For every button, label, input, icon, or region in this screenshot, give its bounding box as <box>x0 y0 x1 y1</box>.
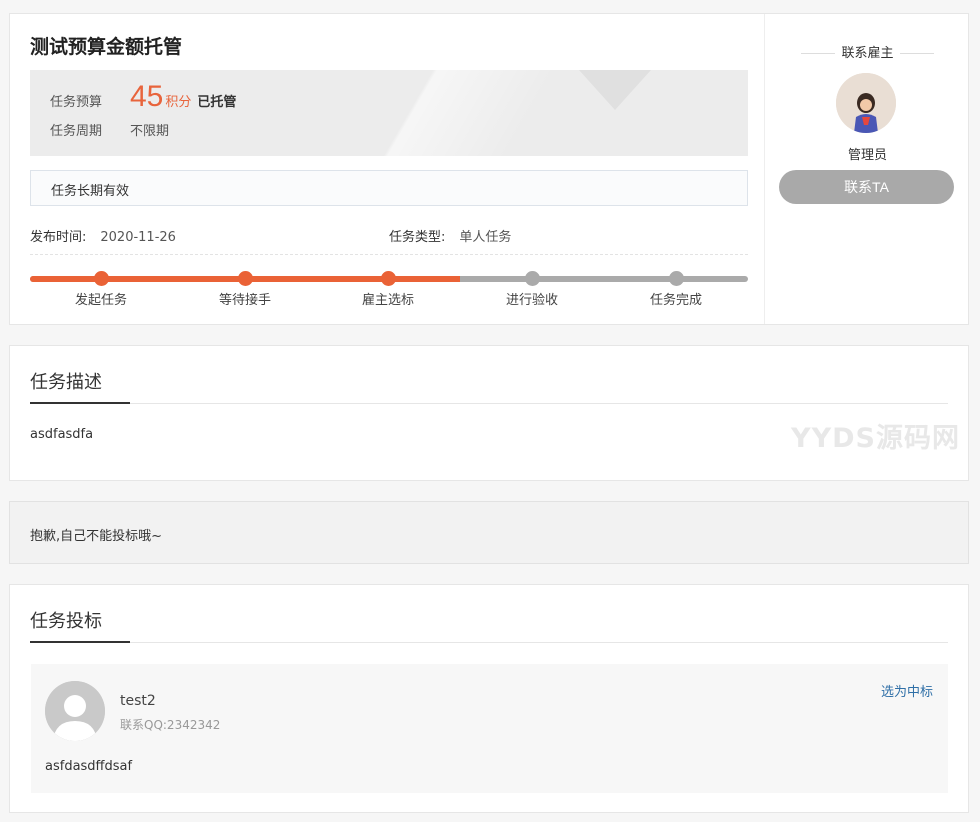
description-text: asdfasdfa <box>30 427 94 442</box>
default-user-icon <box>45 681 105 741</box>
bid-content: asfdasdffdsaf <box>45 759 133 774</box>
type-label: 任务类型: <box>389 230 446 245</box>
bids-title: 任务投标 <box>30 611 102 632</box>
bidder-avatar[interactable] <box>45 681 105 741</box>
progress-step-label: 等待接手 <box>218 293 271 308</box>
description-title: 任务描述 <box>30 372 102 393</box>
progress-step-dot <box>380 271 396 286</box>
progress-step-label: 进行验收 <box>505 293 558 308</box>
budget-status: 已托管 <box>197 95 237 110</box>
publish-time: 发布时间: 2020-11-26 <box>30 226 176 245</box>
bid-notice: 抱歉,自己不能投标哦~ <box>9 501 969 564</box>
bidder-qq: 联系QQ:2342342 <box>120 718 221 732</box>
employer-section-title: 联系雇主 <box>765 42 970 61</box>
period-row: 任务周期 不限期 <box>50 120 169 139</box>
task-title: 测试预算金额托管 <box>30 36 183 58</box>
period-value: 不限期 <box>130 124 170 139</box>
decorative-triangle <box>570 70 660 110</box>
section-underline <box>30 402 130 404</box>
section-divider <box>30 642 948 643</box>
period-label: 任务周期 <box>50 124 103 139</box>
type-value: 单人任务 <box>459 230 512 245</box>
employer-title-text: 联系雇主 <box>841 46 894 61</box>
progress-step-dot <box>237 271 253 286</box>
progress-step-dot <box>524 271 540 286</box>
admin-name: 管理员 <box>847 148 887 163</box>
bidder-username[interactable]: test2 <box>120 693 156 709</box>
notice-text: 抱歉,自己不能投标哦~ <box>30 529 163 544</box>
publish-value: 2020-11-26 <box>100 230 176 245</box>
progress-step-label: 雇主选标 <box>361 293 414 308</box>
validity-note: 任务长期有效 <box>30 170 748 206</box>
progress-step-label: 任务完成 <box>649 293 702 308</box>
watermark: YYDS源码网 <box>791 423 960 454</box>
budget-unit: 积分 <box>165 95 192 110</box>
section-underline <box>30 641 130 643</box>
decorative-stripe <box>290 70 590 156</box>
publish-label: 发布时间: <box>30 230 87 245</box>
task-bids-card: 任务投标 test2 联系QQ:2342342 选为中标 asfdasdffds… <box>9 584 969 813</box>
employer-panel: 联系雇主 管理员 联系TA <box>764 14 969 324</box>
budget-row: 任务预算 45 积分 已托管 <box>50 80 236 114</box>
progress-step-dot <box>668 271 684 286</box>
task-type: 任务类型: 单人任务 <box>389 226 511 245</box>
user-avatar-icon <box>836 73 896 133</box>
divider <box>30 254 748 255</box>
title-rule-left <box>801 53 836 54</box>
task-description-card: 任务描述 asdfasdfa YYDS源码网 <box>9 345 969 481</box>
contact-button[interactable]: 联系TA <box>779 170 954 204</box>
task-summary-card: 测试预算金额托管 任务预算 45 积分 已托管 任务周期 不限期 任务长期有效 … <box>9 13 969 325</box>
title-rule-right <box>899 53 934 54</box>
progress-step-label: 发起任务 <box>74 293 127 308</box>
budget-panel: 任务预算 45 积分 已托管 任务周期 不限期 <box>30 70 748 156</box>
admin-avatar[interactable] <box>836 73 896 133</box>
progress-step-dot <box>93 271 109 286</box>
bid-item: test2 联系QQ:2342342 选为中标 asfdasdffdsaf <box>31 664 948 793</box>
budget-label: 任务预算 <box>50 95 103 110</box>
budget-value: 45 <box>130 80 164 113</box>
select-winner-link[interactable]: 选为中标 <box>881 681 933 700</box>
section-divider <box>30 403 948 404</box>
